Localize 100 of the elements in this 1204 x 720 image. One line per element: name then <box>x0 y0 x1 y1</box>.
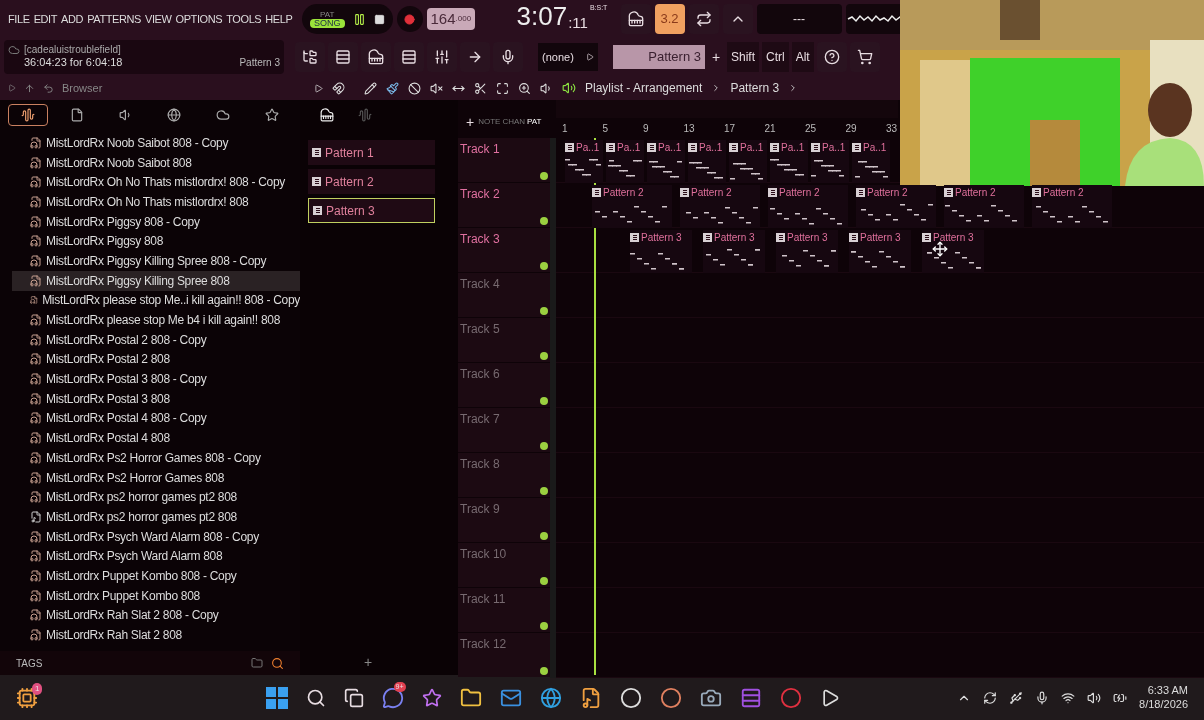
pattern-clip[interactable]: Pa..1 <box>606 140 644 183</box>
bar-number: 25 <box>804 121 818 136</box>
track-header[interactable]: Track 12 <box>458 633 550 677</box>
song-time: 3:07 <box>516 3 568 30</box>
pattern-item[interactable]: Pattern 2 <box>308 169 435 194</box>
browser-item[interactable]: MistLordRx please stop Me..i kill again!! 808 - Copy <box>12 290 300 311</box>
menu-item[interactable]: TOOLS <box>226 10 262 28</box>
browser-item[interactable]: MistLordRx Postal 4 808 <box>12 428 300 448</box>
pattern-clip[interactable]: Pattern 3 <box>922 230 984 273</box>
tags-label: TAGS <box>16 656 43 671</box>
mode-toggle[interactable]: SONG <box>310 18 345 28</box>
bar-number: 17 <box>723 121 737 136</box>
pattern-clip[interactable]: Pattern 3 <box>776 230 838 273</box>
track-header[interactable]: Track 5 <box>458 318 550 362</box>
menu-item[interactable]: ADD <box>61 10 84 28</box>
browser-item[interactable]: MistLordRx Piggsy Killing Spree 808 - Copy <box>12 251 300 271</box>
browser-item[interactable]: MistLordRx Piggsy 808 - Copy <box>12 211 300 232</box>
pattern-clip[interactable]: Pattern 3 <box>849 230 911 273</box>
track-header[interactable]: Track 11 <box>458 588 550 632</box>
current-pattern: Pattern 3 <box>239 56 280 70</box>
hint-display: --- <box>756 4 842 34</box>
pattern-clip[interactable]: Pa..1 <box>852 140 890 183</box>
track-header[interactable]: Track 10 <box>458 543 550 587</box>
track-header[interactable]: Track 3 <box>458 228 550 272</box>
browser-item[interactable]: MistLordRx Postal 2 808 <box>12 349 300 370</box>
track-header[interactable]: Track 7 <box>458 408 550 452</box>
pattern-clip[interactable]: Pattern 2 <box>1032 185 1112 228</box>
filter-tab[interactable]: NOTE <box>478 118 501 126</box>
pattern-select[interactable]: Pattern 3 <box>613 45 705 69</box>
browser-item[interactable]: MistLordRx Postal 2 808 - Copy <box>12 329 300 350</box>
browser-item[interactable]: MistLordRx Postal 3 808 <box>12 388 300 409</box>
track-header[interactable]: Track 6 <box>458 363 550 407</box>
browser-title: Browser <box>62 80 103 96</box>
bar-number: 9 <box>642 121 650 136</box>
browser-item[interactable]: MistLordrx Puppet Kombo 808 <box>12 585 300 606</box>
modifier-key[interactable]: Ctrl <box>762 42 789 72</box>
pattern-clip[interactable]: Pa..1 <box>811 140 849 183</box>
pattern-clip[interactable]: Pa..1 <box>647 140 685 183</box>
browser-item[interactable]: MistLordRx Ps2 Horror Games 808 - Copy <box>12 448 300 468</box>
filter-tab[interactable]: CHAN <box>502 118 526 126</box>
clock-date: 8/18/2026 <box>1139 697 1188 712</box>
browser-item[interactable]: MistLordrx Puppet Kombo 808 - Copy <box>12 566 300 586</box>
pattern-clip[interactable]: Pa..1 <box>729 140 767 183</box>
browser-item[interactable]: MistLordRx Piggsy Killing Spree 808 <box>12 270 300 291</box>
track-header[interactable]: Track 2 <box>458 183 550 227</box>
browser-item[interactable]: MistLordRx Postal 3 808 - Copy <box>12 369 300 389</box>
pattern-clip[interactable]: Pattern 2 <box>680 185 760 228</box>
track-header[interactable]: Track 9 <box>458 498 550 542</box>
pattern-clip[interactable]: Pa..1 <box>770 140 808 183</box>
track-header[interactable]: Track 4 <box>458 273 550 317</box>
playlist-pattern: Pattern 3 <box>730 80 780 97</box>
time-ticks: :11 <box>568 13 588 34</box>
browser-item[interactable]: MistLordRx Oh No Thats mistlordrx! 808 <box>12 192 300 212</box>
snap-button[interactable]: 3.2 <box>654 4 685 34</box>
modifier-key[interactable]: Alt <box>791 42 814 72</box>
browser-item[interactable]: MistLordRx Rah Slat 2 808 - Copy <box>12 605 300 626</box>
pattern-item[interactable]: Pattern 3 <box>308 198 435 223</box>
project-time: 36:04:23 for 6:04:18 <box>24 56 124 71</box>
add-track-button[interactable]: + <box>466 112 475 133</box>
browser-item[interactable]: MistLordRx Piggsy 808 <box>12 231 300 252</box>
menu-item[interactable]: HELP <box>265 10 293 28</box>
browser-item[interactable]: MistLordRx Noob Saibot 808 - Copy <box>12 133 300 153</box>
pattern-clip[interactable]: Pa..1 <box>688 140 726 183</box>
track-header[interactable]: Track 1 <box>458 138 550 182</box>
bar-number: 29 <box>844 121 858 136</box>
menu-item[interactable]: PATTERNS <box>87 10 141 28</box>
browser-item[interactable]: MistLordRx Psych Ward Alarm 808 <box>12 546 300 567</box>
pattern-item[interactable]: Pattern 1 <box>308 140 435 165</box>
menu-item[interactable]: FILE <box>8 10 30 28</box>
pattern-clip[interactable]: Pattern 2 <box>856 185 936 228</box>
browser-item[interactable]: MistLordRx Noob Saibot 808 <box>12 152 300 173</box>
track-header[interactable]: Track 8 <box>458 453 550 497</box>
browser-item[interactable]: MistLordRx Ps2 Horror Games 808 <box>12 467 300 488</box>
channel-select[interactable]: (none) <box>538 43 598 71</box>
browser-item[interactable]: MistLordRx please stop Me b4 i kill again!! 808 <box>12 310 300 330</box>
mode-toggle[interactable]: PAT <box>316 10 339 19</box>
filter-tab[interactable]: PAT <box>527 118 542 126</box>
add-pattern-button[interactable]: + <box>708 46 724 68</box>
menu-item[interactable]: EDIT <box>33 10 58 28</box>
menu-item[interactable]: VIEW <box>145 10 172 28</box>
menu-item[interactable]: OPTIONS <box>175 10 223 28</box>
user-name: [cadealuistroublefield] <box>24 43 122 57</box>
pattern-clip[interactable]: Pattern 2 <box>944 185 1024 228</box>
browser-item[interactable]: MistLordRx ps2 horror games pt2 808 <box>12 487 300 508</box>
bar-number: 21 <box>763 121 777 136</box>
bar-number: 33 <box>885 121 899 136</box>
pattern-clip[interactable]: Pa..1 <box>565 140 603 183</box>
pattern-clip[interactable]: Pattern 3 <box>703 230 765 273</box>
add-pattern-button[interactable]: + <box>308 652 458 673</box>
bar-number: 5 <box>601 121 610 136</box>
browser-item[interactable]: MistLordRx Postal 4 808 - Copy <box>12 408 300 429</box>
pattern-clip[interactable]: Pattern 2 <box>768 185 848 228</box>
pattern-clip[interactable]: Pattern 3 <box>630 230 692 273</box>
browser-item[interactable]: MistLordRx Rah Slat 2 808 <box>12 625 300 645</box>
playlist-title: Playlist - Arrangement <box>585 80 703 97</box>
browser-item[interactable]: MistLordRx Psych Ward Alarm 808 - Copy <box>12 526 300 547</box>
browser-item[interactable]: MistLordRx Oh No Thats mistlordrx! 808 - Copy <box>12 172 300 193</box>
modifier-key[interactable]: Shift <box>727 42 759 72</box>
browser-item[interactable]: MistLordRx ps2 horror games pt2 808 <box>12 507 300 527</box>
pattern-clip[interactable]: Pattern 2 <box>592 185 672 228</box>
